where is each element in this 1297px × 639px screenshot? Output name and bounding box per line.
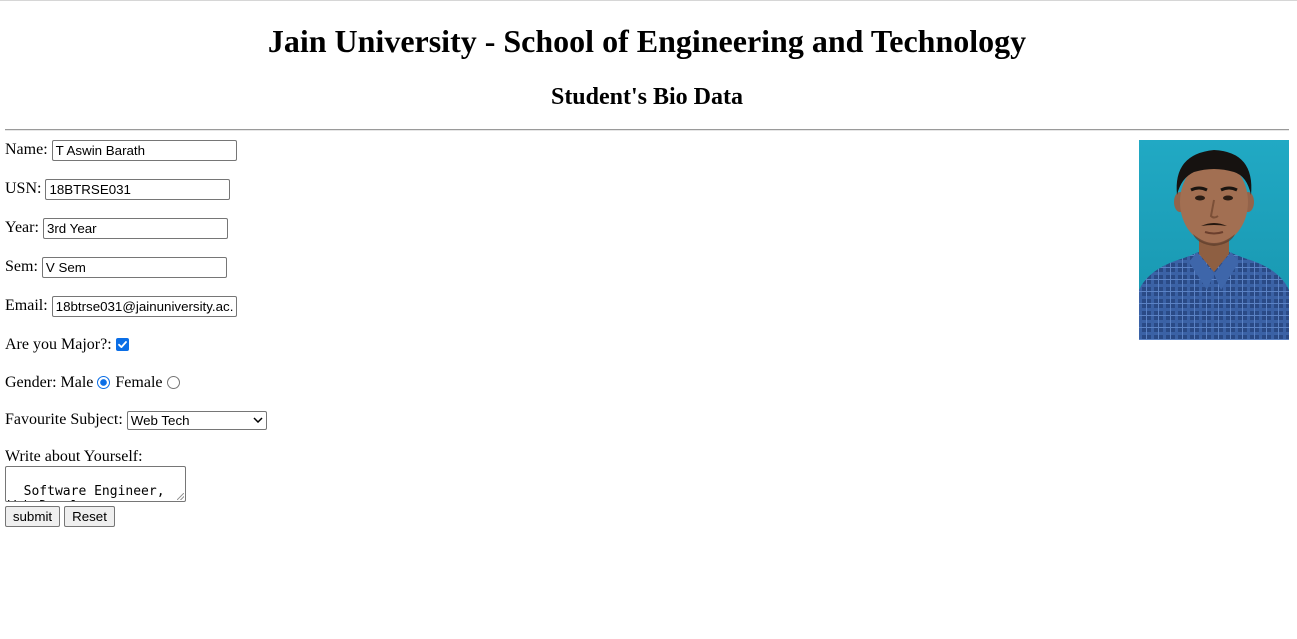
sem-input[interactable]: V Sem	[41, 256, 227, 278]
about-textarea[interactable]: Software Engineer, Web Developer	[5, 466, 186, 502]
sem-label: Sem:	[5, 258, 38, 275]
gender-male-label: Male	[60, 374, 94, 391]
year-label: Year:	[5, 219, 39, 236]
year-row: Year: 3rd Year	[5, 217, 228, 239]
usn-input[interactable]: 18BTRSE031	[45, 178, 231, 200]
gender-female-radio[interactable]	[166, 375, 180, 389]
student-portrait-image	[1139, 140, 1289, 340]
gender-row: Gender: Male Female	[5, 372, 185, 394]
major-label: Are you Major?:	[5, 336, 112, 353]
page-title: Jain University - School of Engineering …	[267, 23, 1027, 59]
gender-label: Gender:	[5, 374, 57, 391]
name-input[interactable]: T Aswin Barath	[51, 139, 237, 161]
favourite-subject-value: Web Tech	[130, 412, 190, 428]
sem-row: Sem: V Sem	[5, 256, 227, 278]
major-checkbox[interactable]	[115, 337, 129, 351]
major-row: Are you Major?:	[5, 334, 129, 356]
email-row: Email: 18btrse031@jainuniversity.ac.	[5, 295, 237, 317]
about-text: Software Engineer, Web Developer	[8, 484, 165, 501]
gender-male-radio[interactable]	[97, 375, 111, 389]
year-input[interactable]: 3rd Year	[42, 217, 228, 239]
reset-button[interactable]: Reset	[64, 506, 115, 527]
name-label: Name:	[5, 141, 48, 158]
favourite-subject-label: Favourite Subject:	[5, 411, 123, 428]
chevron-down-icon	[253, 417, 263, 423]
page-subtitle: Student's Bio Data	[550, 84, 744, 110]
favourite-subject-row: Favourite Subject: Web Tech	[5, 409, 267, 431]
usn-row: USN: 18BTRSE031	[5, 178, 231, 200]
student-photo	[1139, 140, 1289, 340]
submit-button[interactable]: submit	[5, 506, 60, 527]
favourite-subject-select[interactable]: Web Tech	[126, 410, 267, 430]
email-label: Email:	[5, 297, 48, 314]
email-input[interactable]: 18btrse031@jainuniversity.ac.	[51, 295, 237, 317]
about-label: Write about Yourself:	[5, 448, 143, 465]
name-row: Name: T Aswin Barath	[5, 139, 237, 161]
usn-label: USN:	[5, 180, 42, 197]
check-icon	[117, 340, 127, 348]
divider	[5, 129, 1289, 131]
about-row: Write about Yourself:	[5, 446, 143, 468]
gender-female-label: Female	[115, 374, 163, 391]
resize-handle-icon[interactable]	[177, 493, 184, 500]
